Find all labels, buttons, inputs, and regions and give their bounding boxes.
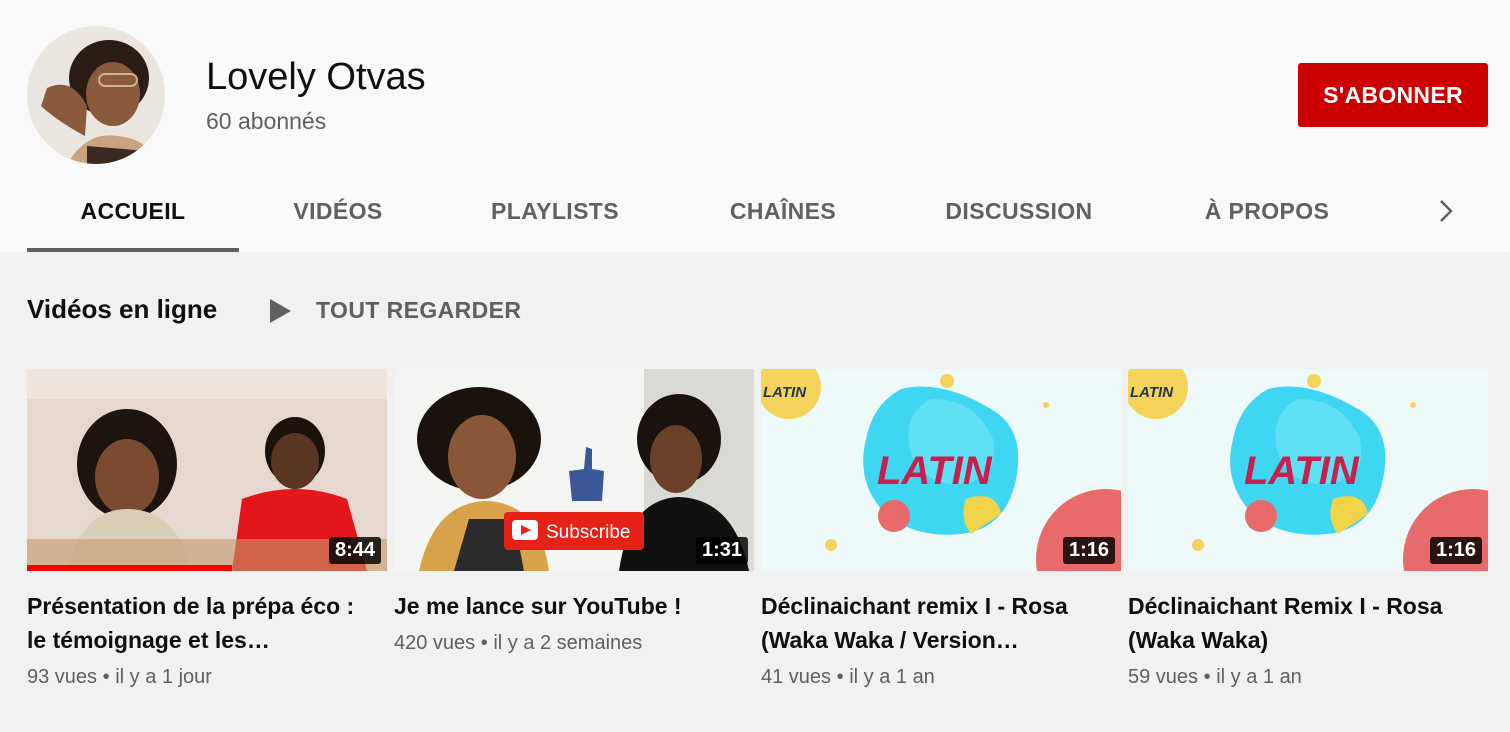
view-count: 59 vues — [1128, 666, 1199, 688]
upload-age: il y a 2 semaines — [493, 632, 643, 654]
video-card[interactable]: 8:44 Présentation de la prépa éco : le t… — [27, 369, 387, 689]
tab-a-propos[interactable]: À PROPOS — [1187, 180, 1347, 248]
video-duration: 1:16 — [1062, 537, 1115, 564]
channel-avatar[interactable] — [27, 26, 165, 164]
video-meta: 41 vues • il y a 1 an — [761, 666, 1121, 689]
channel-name: Lovely Otvas — [206, 56, 426, 98]
play-all-link[interactable]: TOUT REGARDER — [316, 297, 521, 324]
meta-separator: • — [836, 666, 844, 688]
subscribe-overlay-text: Subscribe — [546, 522, 631, 543]
chevron-right-icon[interactable] — [1434, 196, 1458, 226]
latin-overlay-text: LATIN — [877, 449, 993, 493]
corner-text: LATIN — [1130, 384, 1174, 401]
watch-progress — [27, 565, 233, 571]
video-title[interactable]: Présentation de la prépa éco : le témoig… — [27, 589, 377, 657]
subscriber-count: 60 abonnés — [206, 108, 327, 134]
video-meta: 420 vues • il y a 2 semaines — [394, 632, 754, 655]
upload-age: il y a 1 an — [849, 666, 935, 688]
tab-accueil[interactable]: ACCUEIL — [27, 180, 239, 252]
video-card[interactable]: Subscribe 1:31 Je me lance sur YouTube !… — [394, 369, 754, 655]
video-card[interactable]: LATIN LATIN 1:16 Déclinaichant remix I -… — [761, 369, 1121, 689]
video-meta: 59 vues • il y a 1 an — [1128, 666, 1488, 689]
tab-playlists[interactable]: PLAYLISTS — [465, 180, 645, 248]
upload-age: il y a 1 jour — [115, 666, 212, 688]
video-thumbnail[interactable]: 8:44 — [27, 369, 387, 571]
meta-separator: • — [480, 632, 488, 654]
video-thumbnail[interactable]: LATIN LATIN 1:16 — [1128, 369, 1488, 571]
tab-discussion[interactable]: DISCUSSION — [927, 180, 1111, 248]
video-duration: 1:16 — [1429, 537, 1482, 564]
video-duration: 1:31 — [695, 537, 748, 564]
meta-separator: • — [102, 666, 110, 688]
view-count: 420 vues — [394, 632, 476, 654]
view-count: 93 vues — [27, 666, 98, 688]
video-thumbnail[interactable]: LATIN LATIN 1:16 — [761, 369, 1121, 571]
video-card[interactable]: LATIN LATIN 1:16 Déclinaichant Remix I -… — [1128, 369, 1488, 689]
video-duration: 8:44 — [328, 537, 381, 564]
tab-videos[interactable]: VIDÉOS — [267, 180, 409, 248]
meta-separator: • — [1203, 666, 1211, 688]
section-title: Vidéos en ligne — [27, 294, 218, 324]
video-title[interactable]: Je me lance sur YouTube ! — [394, 589, 744, 623]
video-thumbnail[interactable]: Subscribe 1:31 — [394, 369, 754, 571]
corner-text: LATIN — [763, 384, 807, 401]
video-meta: 93 vues • il y a 1 jour — [27, 666, 387, 689]
latin-overlay-text: LATIN — [1244, 449, 1360, 493]
view-count: 41 vues — [761, 666, 832, 688]
video-title[interactable]: Déclinaichant remix I - Rosa (Waka Waka … — [761, 589, 1111, 657]
upload-age: il y a 1 an — [1216, 666, 1302, 688]
video-title[interactable]: Déclinaichant Remix I - Rosa (Waka Waka) — [1128, 589, 1478, 657]
subscribe-button[interactable]: S'ABONNER — [1298, 63, 1488, 127]
tab-chaines[interactable]: CHAÎNES — [703, 180, 863, 248]
play-icon[interactable] — [267, 297, 293, 325]
